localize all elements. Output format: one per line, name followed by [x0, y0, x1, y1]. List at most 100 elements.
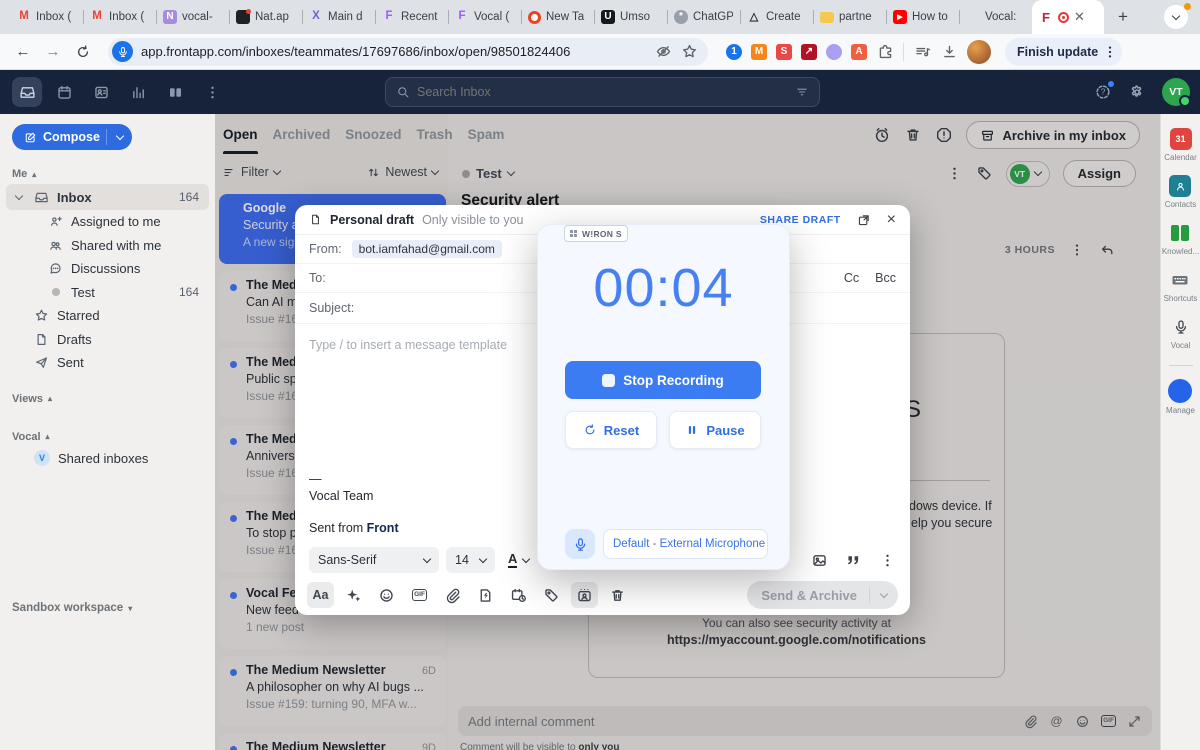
snooze-icon[interactable]	[873, 126, 891, 144]
forward-button[interactable]: →	[40, 39, 66, 65]
url-input[interactable]	[141, 44, 646, 59]
sidebar-item-sent[interactable]: Sent	[6, 351, 209, 375]
browser-tab[interactable]: △Create	[740, 0, 813, 34]
sort-button[interactable]: Newest	[367, 165, 438, 179]
thread-card[interactable]: The Medium Newsletter9D	[219, 733, 446, 750]
microphone-device-select[interactable]: Default - External Microphone (Bu	[603, 529, 768, 559]
send-archive-button[interactable]: Send & Archive	[747, 581, 898, 609]
browser-tab[interactable]: XMain d	[302, 0, 375, 34]
composer-more-icon[interactable]	[879, 552, 896, 569]
media-controls-icon[interactable]	[913, 43, 931, 61]
phantom-icon[interactable]	[826, 44, 842, 60]
sidebar-item-shared-inboxes[interactable]: V Shared inboxes	[6, 447, 209, 471]
text-color-select[interactable]: A	[502, 547, 535, 573]
ai-compose-icon[interactable]	[340, 582, 367, 608]
conversation-tag[interactable]: Test	[462, 166, 514, 181]
rail-item-calendar[interactable]: 31Calendar	[1164, 128, 1196, 162]
font-family-select[interactable]: Sans-Serif	[309, 547, 439, 573]
new-tab-button[interactable]: +	[1110, 4, 1136, 30]
browser-tab-active[interactable]: F✕	[1032, 0, 1104, 34]
compose-dropdown[interactable]	[106, 129, 132, 145]
redirect-icon[interactable]: ↗	[801, 44, 817, 60]
microphone-icon[interactable]	[565, 529, 595, 559]
conversation-more-icon[interactable]	[946, 165, 963, 182]
list-tab-archived[interactable]: Archived	[273, 114, 331, 154]
email-footer-link[interactable]: https://myaccount.google.com/notificatio…	[589, 633, 1004, 647]
gif-icon[interactable]: GIF	[406, 582, 433, 608]
finish-update-button[interactable]: Finish update	[1005, 38, 1122, 66]
reply-icon[interactable]	[1099, 242, 1115, 258]
insert-image-icon[interactable]	[811, 552, 828, 569]
delete-draft-icon[interactable]	[604, 582, 631, 608]
browser-tab[interactable]: Vocal:	[959, 0, 1032, 34]
comment-input[interactable]	[468, 714, 1013, 729]
assignee-selector[interactable]: VT	[1006, 161, 1050, 187]
tab-search-chevron-icon[interactable]	[1164, 5, 1188, 29]
bcc-button[interactable]: Bcc	[875, 271, 896, 285]
reload-button[interactable]	[70, 39, 96, 65]
user-avatar[interactable]: VT	[1162, 78, 1190, 106]
sidebar-section-vocal[interactable]: Vocal▴	[0, 427, 215, 447]
nav-more-icon[interactable]	[197, 77, 227, 107]
archive-button[interactable]: Archive in my inbox	[966, 121, 1140, 149]
nav-inbox-icon[interactable]	[12, 77, 42, 107]
sidebar-section-me[interactable]: Me▴	[0, 164, 215, 184]
browser-tab[interactable]: FRecent	[375, 0, 448, 34]
site-mic-permission-icon[interactable]	[112, 41, 133, 62]
sidebar-item-assigned-to-me[interactable]: Assigned to me	[6, 210, 209, 234]
rail-item-knowled[interactable]: Knowled...	[1162, 222, 1199, 256]
browser-tab[interactable]: MInbox (	[83, 0, 156, 34]
emoji-icon[interactable]	[373, 582, 400, 608]
browser-tab[interactable]: ▶How to	[886, 0, 959, 34]
browser-tab[interactable]: *ChatGP	[667, 0, 740, 34]
attachment-icon[interactable]	[439, 582, 466, 608]
nav-analytics-icon[interactable]	[123, 77, 153, 107]
send-options-dropdown[interactable]	[870, 594, 898, 597]
sidebar-item-shared-with-me[interactable]: Shared with me	[6, 234, 209, 258]
workspace-switcher[interactable]: Sandbox workspace▾	[12, 602, 132, 614]
sidebar-item-discussions[interactable]: Discussions	[6, 257, 209, 281]
list-tab-snoozed[interactable]: Snoozed	[345, 114, 401, 154]
cc-button[interactable]: Cc	[844, 271, 859, 285]
close-icon[interactable]: ×	[887, 212, 896, 228]
canned-response-icon[interactable]	[472, 582, 499, 608]
list-tab-open[interactable]: Open	[223, 114, 258, 154]
filter-button[interactable]: Filter	[223, 165, 280, 179]
rail-item-shortcuts[interactable]: Shortcuts	[1164, 269, 1198, 303]
sidebar-item-test[interactable]: Test164	[6, 281, 209, 305]
internal-comment-bar[interactable]: @GIF	[458, 706, 1152, 736]
browser-tab[interactable]: MInbox (	[10, 0, 83, 34]
onepassword-icon[interactable]: 1	[726, 44, 742, 60]
stop-recording-button[interactable]: Stop Recording	[565, 361, 761, 399]
search-filter-icon[interactable]	[795, 85, 809, 99]
schedule-send-icon[interactable]	[505, 582, 532, 608]
wing-icon[interactable]: A	[851, 44, 867, 60]
search-input[interactable]	[417, 85, 788, 99]
rail-item-contacts[interactable]: Contacts	[1165, 175, 1197, 209]
browser-tab[interactable]: Nvocal-	[156, 0, 229, 34]
gif-icon[interactable]: GIF	[1101, 714, 1116, 729]
stripe-icon[interactable]: S	[776, 44, 792, 60]
browser-tab[interactable]: New Ta	[521, 0, 594, 34]
sidebar-item-inbox[interactable]: Inbox164	[6, 184, 209, 210]
profile-avatar[interactable]	[967, 40, 991, 64]
reset-button[interactable]: Reset	[565, 411, 657, 449]
pause-button[interactable]: Pause	[669, 411, 761, 449]
metamask-icon[interactable]: M	[751, 44, 767, 60]
thread-card[interactable]: The Medium Newsletter6DA philosopher on …	[219, 656, 446, 726]
back-button[interactable]: ←	[10, 39, 36, 65]
chevron-down-icon[interactable]	[15, 191, 23, 199]
tag-icon[interactable]	[538, 582, 565, 608]
settings-gear-icon[interactable]	[1128, 83, 1146, 101]
message-more-icon[interactable]	[1069, 242, 1085, 258]
rail-item-vocal[interactable]: Vocal	[1170, 316, 1192, 350]
expand-icon[interactable]	[1127, 714, 1142, 729]
tab-close-icon[interactable]: ✕	[1074, 9, 1085, 25]
search-bar[interactable]	[385, 77, 820, 107]
sidebar-section-views[interactable]: Views▴	[0, 389, 215, 409]
browser-menu-icon[interactable]	[1102, 44, 1118, 60]
nav-split-view-icon[interactable]	[160, 77, 190, 107]
quote-icon[interactable]	[845, 552, 862, 569]
browser-tab[interactable]: FVocal (	[448, 0, 521, 34]
attachment-icon[interactable]	[1023, 714, 1038, 729]
